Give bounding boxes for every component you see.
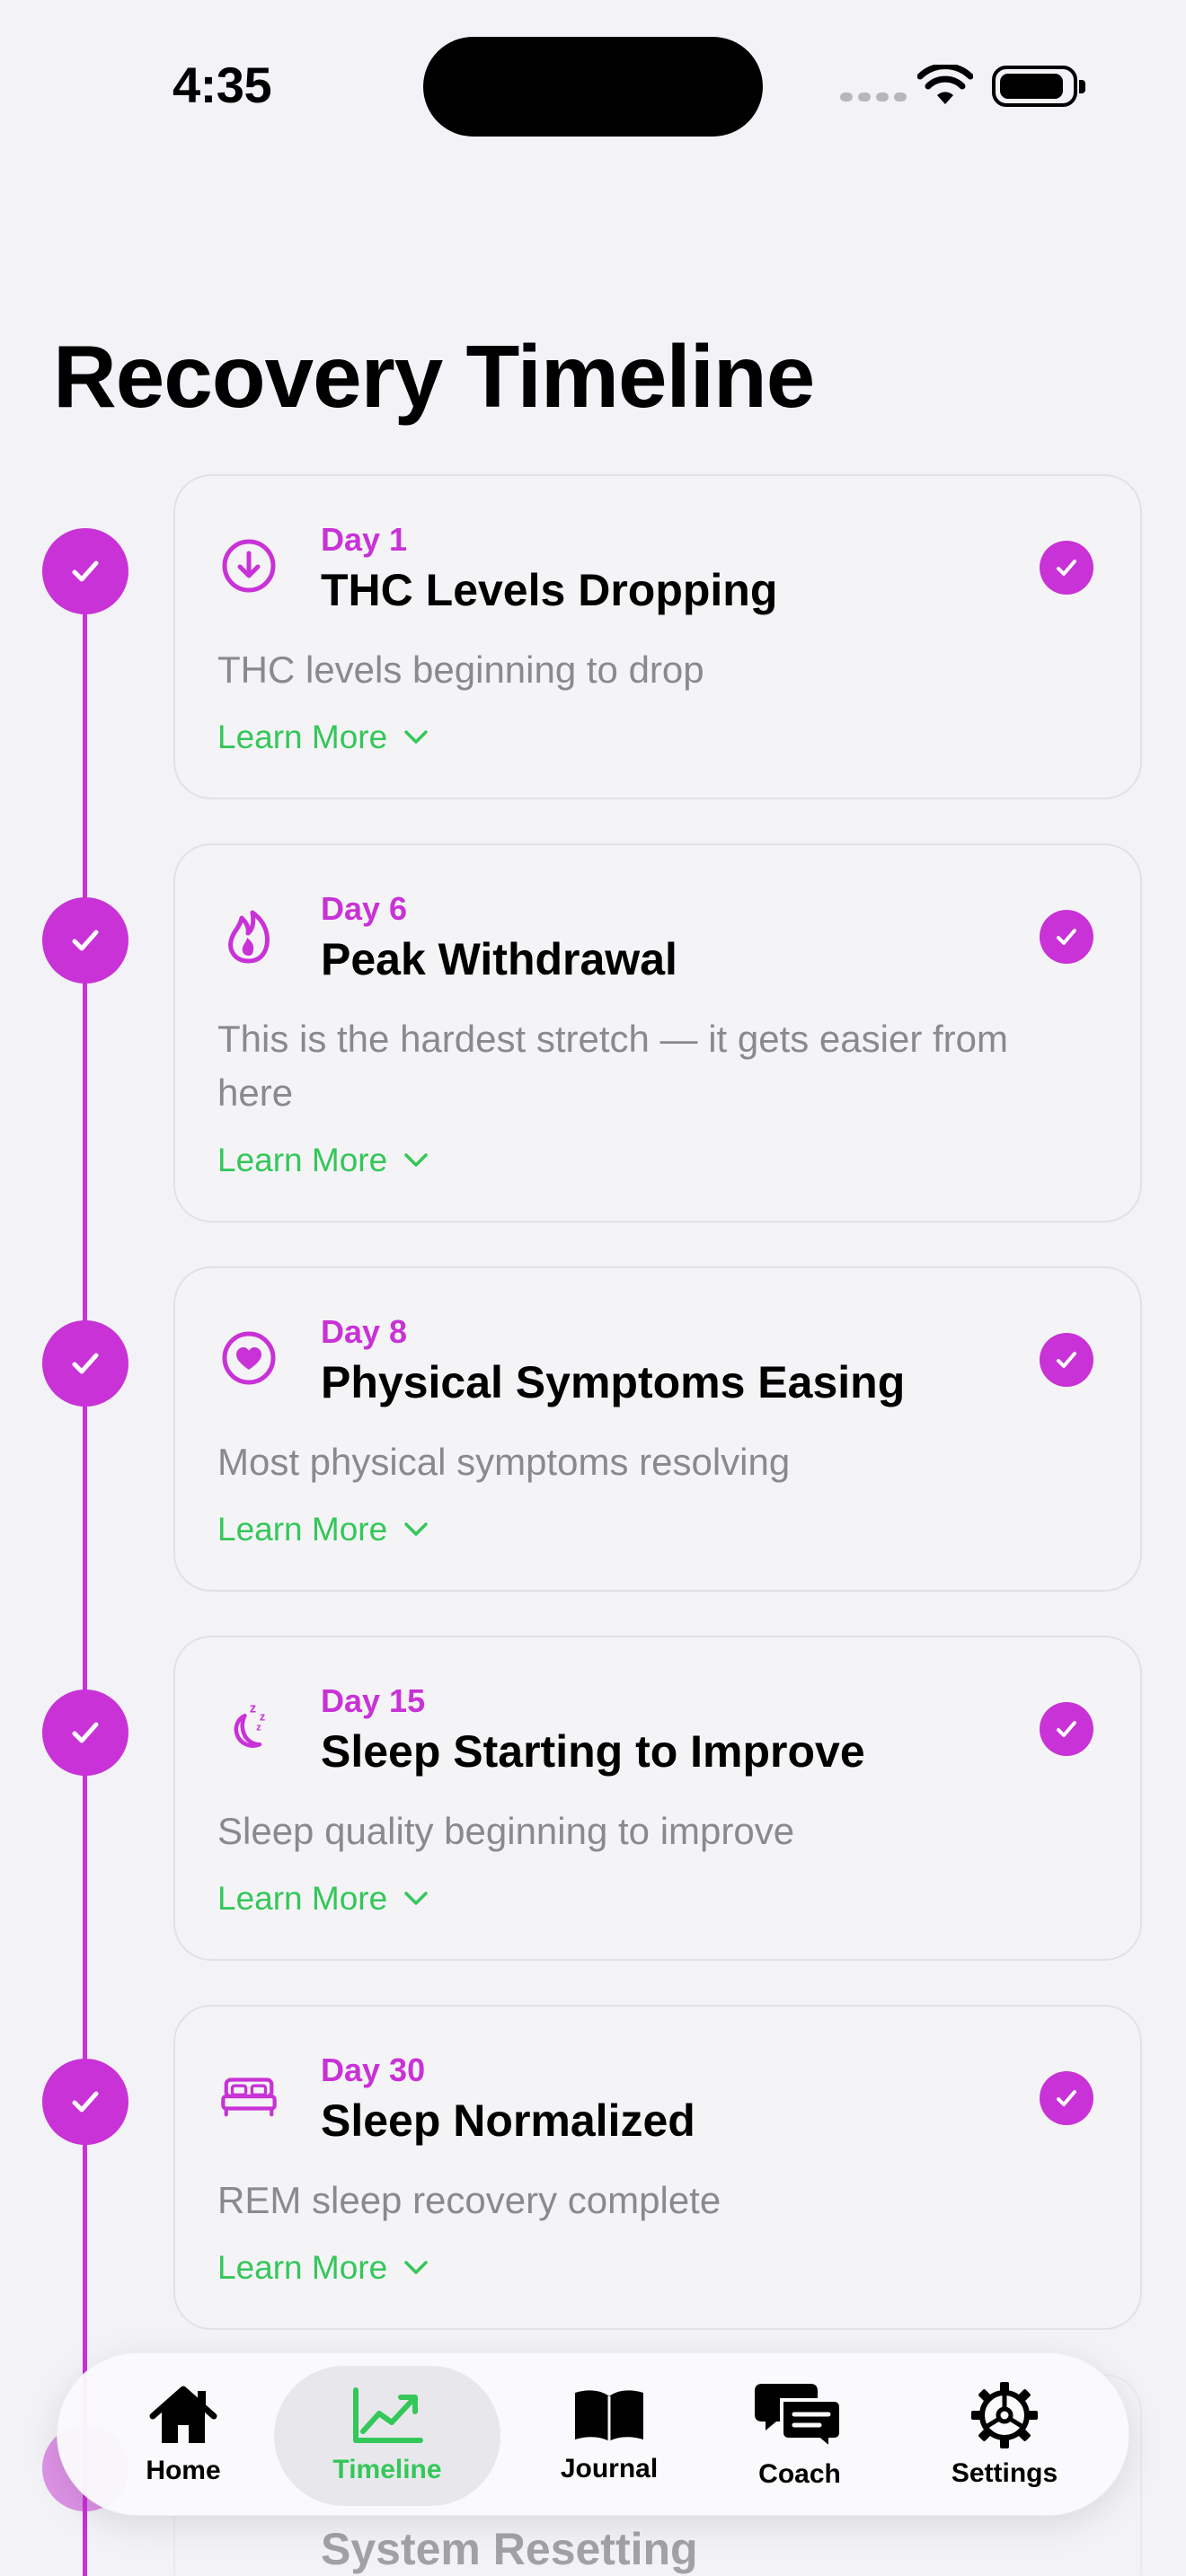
- tab-label: Home: [146, 2456, 221, 2485]
- milestone-day: Day 15: [321, 1682, 426, 1719]
- milestone-day: Day 6: [321, 890, 408, 927]
- milestone-day: Day 30: [321, 2051, 426, 2088]
- milestone-description: Sleep quality beginning to improve: [217, 1810, 795, 1852]
- chevron-down-icon: [404, 730, 428, 744]
- book-icon: [575, 2390, 643, 2441]
- chevron-down-icon: [404, 1892, 428, 1905]
- milestone-description: REM sleep recovery complete: [217, 2179, 721, 2221]
- learn-more-label: Learn More: [217, 2249, 388, 2286]
- battery-icon: [992, 66, 1085, 107]
- learn-more-label: Learn More: [217, 1880, 388, 1917]
- svg-text:z: z: [260, 1710, 265, 1724]
- milestone-title: THC Levels Dropping: [321, 565, 778, 615]
- milestone-card[interactable]: zzz Day 15 Sleep Starting to Improve Sle…: [173, 1636, 1142, 1961]
- tab-home[interactable]: Home: [108, 2353, 259, 2517]
- checkmark-icon: [1040, 541, 1093, 595]
- timeline-node-completed: [42, 897, 128, 984]
- svg-text:z: z: [256, 1723, 261, 1734]
- checkmark-icon: [1040, 910, 1093, 964]
- learn-more-button[interactable]: Learn More: [217, 2249, 429, 2287]
- learn-more-label: Learn More: [217, 719, 388, 755]
- milestone-card[interactable]: Day 1 THC Levels Dropping THC levels beg…: [173, 474, 1142, 799]
- chart-line-uptrend-icon: [353, 2387, 423, 2443]
- milestone-title: Physical Symptoms Easing: [321, 1357, 906, 1407]
- heart-circle-icon: [220, 1329, 278, 1387]
- milestone-title: Sleep Starting to Improve: [321, 1726, 865, 1777]
- moon-zzz-icon: zzz: [220, 1698, 278, 1756]
- timeline-node-completed: [42, 2059, 128, 2145]
- timeline-line: [83, 571, 87, 2576]
- learn-more-label: Learn More: [217, 1511, 388, 1548]
- timeline-node-completed: [42, 528, 128, 614]
- tab-label: Coach: [758, 2459, 841, 2489]
- chevron-down-icon: [404, 1153, 428, 1167]
- tab-bar: Home Timeline Journal Coach Settings: [57, 2352, 1129, 2516]
- milestone-day: Day 8: [321, 1313, 408, 1350]
- tab-label: Settings: [951, 2458, 1058, 2488]
- tab-label: Timeline: [332, 2455, 442, 2484]
- page-title: Recovery Timeline: [53, 327, 815, 426]
- gear-icon: [971, 2382, 1038, 2448]
- learn-more-button[interactable]: Learn More: [217, 719, 429, 756]
- learn-more-button[interactable]: Learn More: [217, 1142, 429, 1179]
- bed-icon: [220, 2068, 278, 2125]
- milestone-title: System Resetting: [321, 2524, 698, 2574]
- timeline-node-completed: [42, 1689, 128, 1776]
- learn-more-button[interactable]: Learn More: [217, 1511, 429, 1548]
- tab-label: Journal: [560, 2454, 659, 2483]
- checkmark-icon: [1040, 1333, 1093, 1387]
- milestone-day: Day 1: [321, 521, 408, 558]
- tab-timeline[interactable]: Timeline: [274, 2366, 500, 2506]
- milestone-description: THC levels beginning to drop: [217, 648, 704, 691]
- milestone-card[interactable]: Day 6 Peak Withdrawal This is the hardes…: [173, 843, 1142, 1222]
- arrow-down-circle-icon: [220, 537, 278, 595]
- timeline-node-completed: [42, 1320, 128, 1407]
- dynamic-island: [423, 37, 763, 137]
- checkmark-icon: [1040, 1702, 1093, 1756]
- learn-more-label: Learn More: [217, 1142, 388, 1178]
- milestone-description: Most physical symptoms resolving: [217, 1441, 791, 1483]
- flame-icon: [220, 906, 278, 964]
- tab-settings[interactable]: Settings: [929, 2353, 1080, 2517]
- status-time: 4:35: [173, 57, 272, 113]
- milestone-title: Sleep Normalized: [321, 2095, 695, 2146]
- milestone-title: Peak Withdrawal: [321, 934, 677, 984]
- tab-journal[interactable]: Journal: [534, 2353, 685, 2517]
- wifi-icon: [917, 65, 973, 104]
- milestone-description: This is the hardest stretch — it gets ea…: [217, 1018, 1008, 1114]
- cellular-signal-icon: [840, 93, 907, 101]
- tab-coach[interactable]: Coach: [724, 2353, 875, 2517]
- checkmark-icon: [1040, 2071, 1093, 2125]
- milestone-card[interactable]: Day 30 Sleep Normalized REM sleep recove…: [173, 2005, 1142, 2330]
- milestone-card[interactable]: Day 8 Physical Symptoms Easing Most phys…: [173, 1266, 1142, 1592]
- chevron-down-icon: [404, 1522, 428, 1536]
- svg-text:z: z: [250, 1702, 256, 1716]
- learn-more-button[interactable]: Learn More: [217, 1880, 429, 1918]
- house-icon: [149, 2386, 217, 2443]
- status-bar: 4:35: [0, 0, 1186, 180]
- chevron-down-icon: [404, 2261, 428, 2274]
- chat-bubbles-icon: [755, 2384, 843, 2450]
